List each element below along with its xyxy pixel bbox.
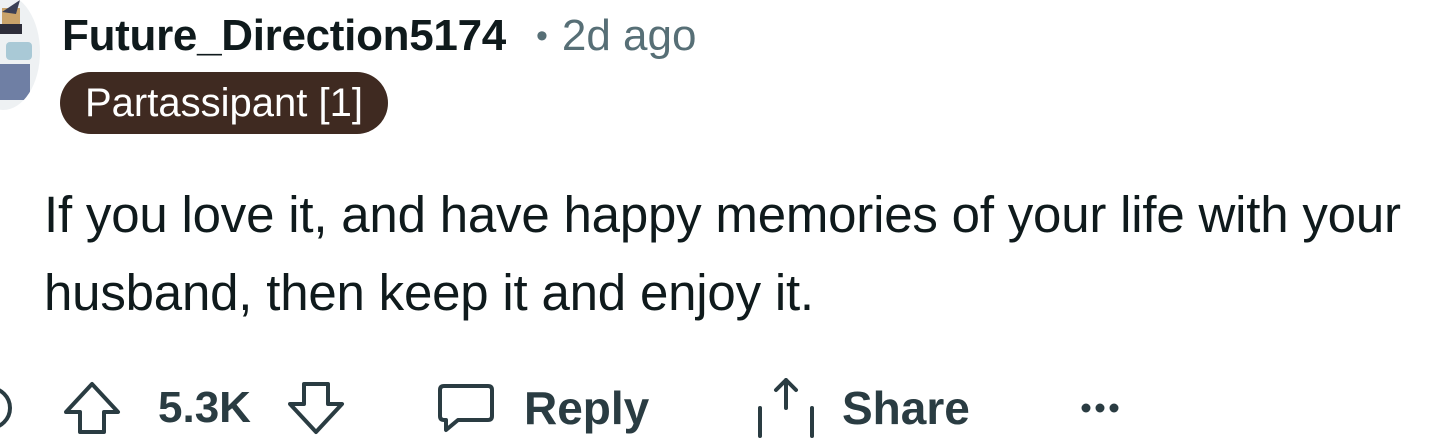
upvote-arrow-icon[interactable] — [62, 378, 122, 438]
comment-header: Future_Direction5174 • 2d ago — [62, 10, 696, 62]
avatar[interactable] — [0, 0, 40, 110]
share-button[interactable]: Share — [754, 378, 970, 438]
author-username[interactable]: Future_Direction5174 — [62, 11, 506, 61]
user-flair-badge: Partassipant [1] — [60, 72, 388, 134]
comment-body: If you love it, and have happy memories … — [44, 186, 1401, 321]
share-label: Share — [842, 382, 970, 434]
more-options-button[interactable] — [1080, 378, 1124, 438]
comment-action-bar: 5.3K Reply Share — [0, 378, 1440, 438]
vote-score-value: 5.3K — [158, 383, 251, 432]
vote-score: 5.3K — [158, 378, 251, 438]
comment-timestamp[interactable]: 2d ago — [562, 11, 697, 61]
reply-label: Reply — [524, 382, 650, 434]
share-icon — [754, 378, 818, 438]
separator-dot: • — [535, 16, 548, 55]
collapse-icon[interactable] — [0, 378, 18, 438]
more-options-icon — [1080, 378, 1124, 438]
speech-bubble-icon — [436, 382, 496, 434]
downvote-arrow-icon[interactable] — [286, 378, 346, 438]
reply-button[interactable]: Reply — [436, 378, 649, 438]
